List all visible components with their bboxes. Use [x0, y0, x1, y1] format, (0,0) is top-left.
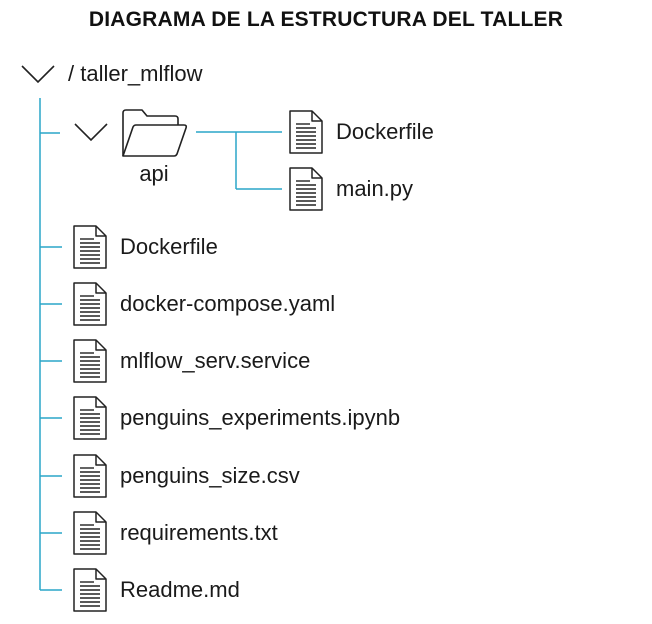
file-label: penguins_experiments.ipynb: [120, 405, 401, 430]
file-mlflow-serv-service[interactable]: mlflow_serv.service: [72, 337, 310, 385]
document-icon: [73, 396, 107, 440]
document-icon: [73, 225, 107, 269]
file-label: requirements.txt: [120, 520, 278, 545]
root-folder-row[interactable]: / taller_mlflow: [20, 58, 202, 90]
api-file-dockerfile[interactable]: Dockerfile: [288, 108, 434, 156]
api-file-main-py[interactable]: main.py: [288, 165, 413, 213]
document-icon: [73, 339, 107, 383]
file-label: Dockerfile: [120, 234, 218, 259]
folder-label-api[interactable]: api: [120, 161, 188, 187]
file-penguins-experiments[interactable]: penguins_experiments.ipynb: [72, 394, 400, 442]
file-label: docker-compose.yaml: [120, 291, 336, 316]
file-label: mlflow_serv.service: [120, 348, 311, 373]
document-icon: [289, 110, 323, 154]
file-dockerfile[interactable]: Dockerfile: [72, 223, 218, 271]
file-label: penguins_size.csv: [120, 463, 300, 488]
document-icon: [73, 568, 107, 612]
file-requirements[interactable]: requirements.txt: [72, 509, 278, 557]
root-folder-label: / taller_mlflow: [68, 61, 203, 86]
folder-open-icon[interactable]: [120, 107, 190, 159]
file-penguins-size[interactable]: penguins_size.csv: [72, 452, 300, 500]
file-readme[interactable]: Readme.md: [72, 566, 240, 614]
file-docker-compose[interactable]: docker-compose.yaml: [72, 280, 335, 328]
file-label: Dockerfile: [336, 119, 434, 144]
chevron-down-icon[interactable]: [20, 63, 56, 85]
chevron-down-icon[interactable]: [72, 120, 110, 144]
file-label: Readme.md: [120, 577, 240, 602]
document-icon: [73, 511, 107, 555]
document-icon: [73, 454, 107, 498]
document-icon: [289, 167, 323, 211]
document-icon: [73, 282, 107, 326]
file-label: main.py: [336, 176, 414, 201]
